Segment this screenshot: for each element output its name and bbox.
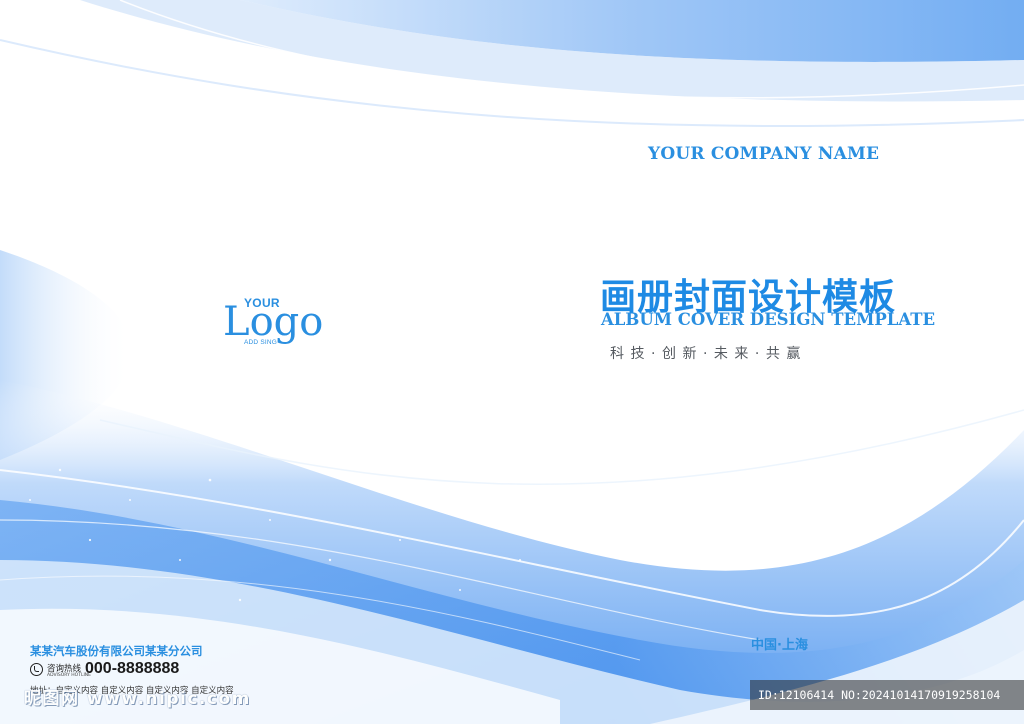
company-name: YOUR COMPANY NAME: [648, 144, 880, 164]
logo-sub-text: ADD SING: [244, 339, 278, 346]
watermark-site: 昵图网 www.nipic.com: [24, 689, 251, 709]
location: 中国·上海: [751, 638, 808, 653]
album-cover: YOUR COMPANY NAME 画册封面设计模板 ALBUM COVER D…: [0, 0, 1024, 724]
logo-main-text: Logo: [223, 299, 324, 345]
hotline-number: 000-8888888: [85, 660, 180, 677]
title-english: ALBUM COVER DESIGN TEMPLATE: [601, 310, 936, 329]
corporation-name: 某某汽车股份有限公司某某分公司: [30, 644, 203, 658]
background-waves: [0, 0, 1024, 724]
slogan: 科技·创新·未来·共赢: [610, 346, 807, 362]
watermark-id-text: ID:12106414 NO:20241014170919258104: [758, 688, 1001, 702]
phone-icon: [30, 663, 43, 676]
